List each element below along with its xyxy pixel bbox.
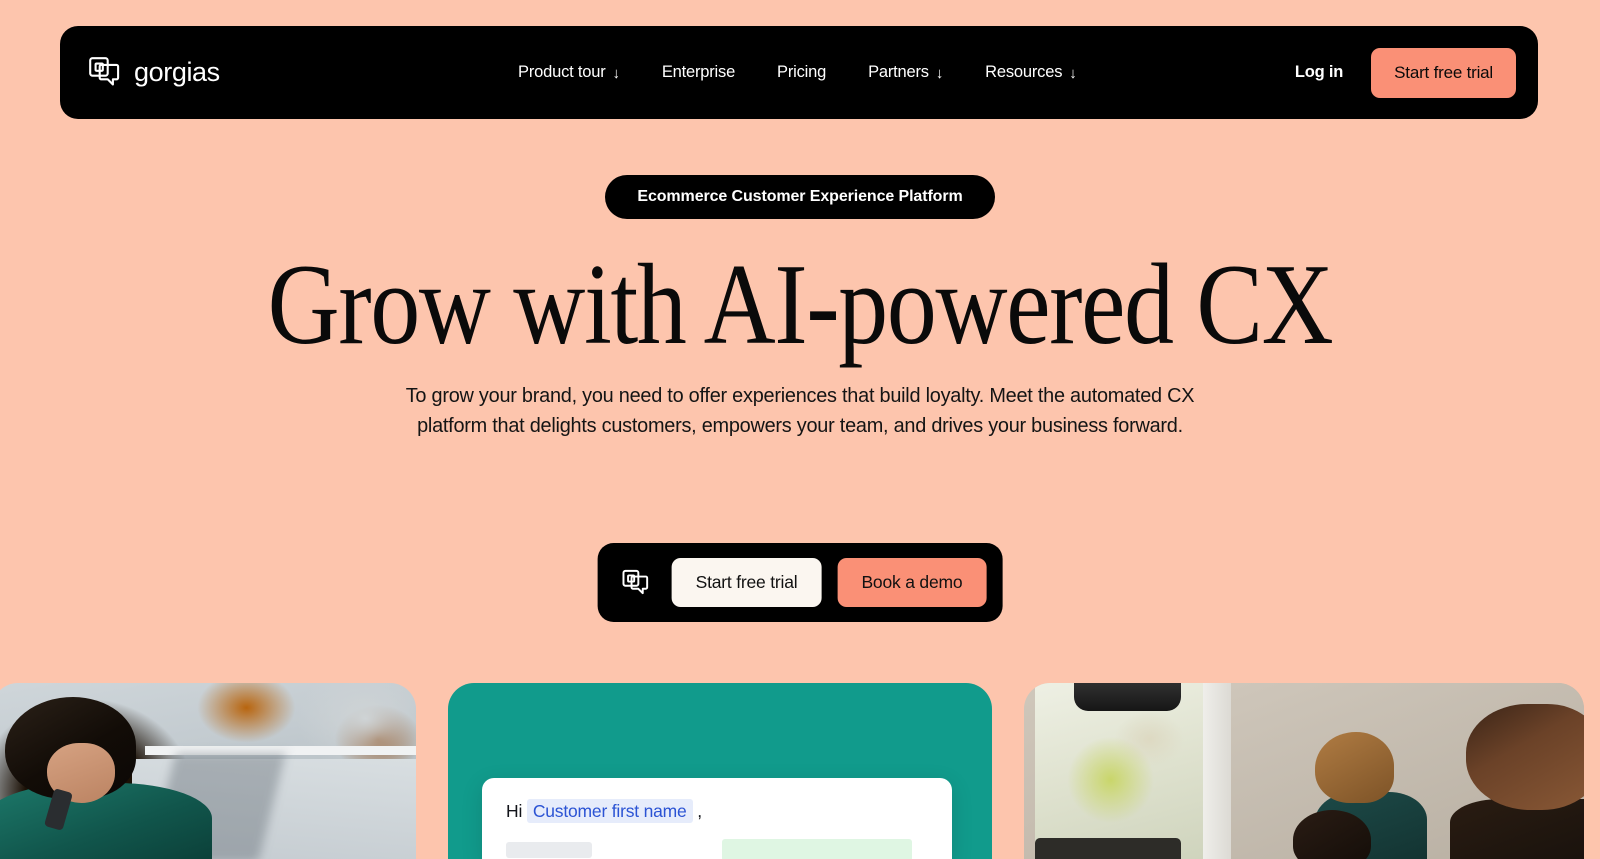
composer-variable-chip[interactable]: Customer first name: [526, 799, 693, 823]
hero-card-strip: Hi Customer first name ,: [0, 683, 1600, 859]
photo-detail: [1074, 683, 1181, 712]
cta-book-a-demo-button[interactable]: Book a demo: [837, 558, 987, 607]
chevron-down-icon: ↓: [1069, 65, 1077, 82]
gorgias-logo-icon: [622, 569, 650, 597]
photo-team-office: [1024, 683, 1584, 859]
hero-eyebrow-badge: Ecommerce Customer Experience Platform: [605, 175, 995, 219]
photo-detail: [1315, 732, 1394, 803]
composer-punctuation: ,: [697, 801, 702, 821]
composer-second-line: [506, 838, 928, 859]
hero-section: Ecommerce Customer Experience Platform G…: [0, 175, 1600, 441]
chevron-down-icon: ↓: [935, 65, 944, 82]
start-free-trial-button[interactable]: Start free trial: [1371, 47, 1516, 98]
photo-detail: [1035, 837, 1181, 859]
composer-green-highlight: [722, 838, 912, 859]
hero-cta-group: Start free trial Book a demo: [597, 543, 1003, 622]
photo-detail: [1203, 683, 1232, 859]
page-title: Grow with AI-powered CX: [267, 241, 1334, 369]
composer-greeting-text: Hi: [506, 801, 523, 821]
nav-label: Product tour: [518, 63, 606, 81]
login-link[interactable]: Log in: [1295, 63, 1343, 82]
chevron-down-icon: ↓: [612, 65, 621, 82]
header-actions: Log in Start free trial: [1295, 47, 1516, 98]
nav-label: Partners: [868, 63, 929, 81]
nav-item-partners[interactable]: Partners ↓: [868, 63, 943, 82]
nav-item-product-tour[interactable]: Product tour ↓: [518, 63, 620, 82]
site-header: gorgias Product tour ↓ Enterprise Pricin…: [60, 26, 1538, 119]
teal-card-message-composer[interactable]: Hi Customer first name ,: [448, 683, 992, 859]
primary-navigation: Product tour ↓ Enterprise Pricing Partne…: [300, 63, 1295, 82]
nav-label: Resources: [985, 63, 1063, 81]
photo-card-team-office[interactable]: [1024, 683, 1584, 859]
photo-detail: [1466, 704, 1584, 810]
brand-logo-link[interactable]: gorgias: [88, 56, 220, 89]
brand-name: gorgias: [134, 57, 220, 87]
gorgias-logo-icon: [88, 56, 121, 89]
nav-label: Pricing: [777, 63, 827, 81]
nav-item-pricing[interactable]: Pricing: [777, 63, 826, 82]
hero-subheading: To grow your brand, you need to offer ex…: [405, 384, 1195, 437]
nav-item-resources[interactable]: Resources ↓: [985, 63, 1077, 82]
photo-merchant-on-phone: [0, 683, 416, 859]
composer-text-placeholder: [506, 841, 592, 858]
cta-start-free-trial-button[interactable]: Start free trial: [671, 558, 822, 607]
photo-card-merchant-on-phone[interactable]: [0, 683, 416, 859]
nav-item-enterprise[interactable]: Enterprise: [662, 63, 735, 82]
nav-label: Enterprise: [661, 63, 736, 81]
message-composer[interactable]: Hi Customer first name ,: [482, 778, 952, 859]
composer-greeting-line: Hi Customer first name ,: [506, 799, 928, 823]
